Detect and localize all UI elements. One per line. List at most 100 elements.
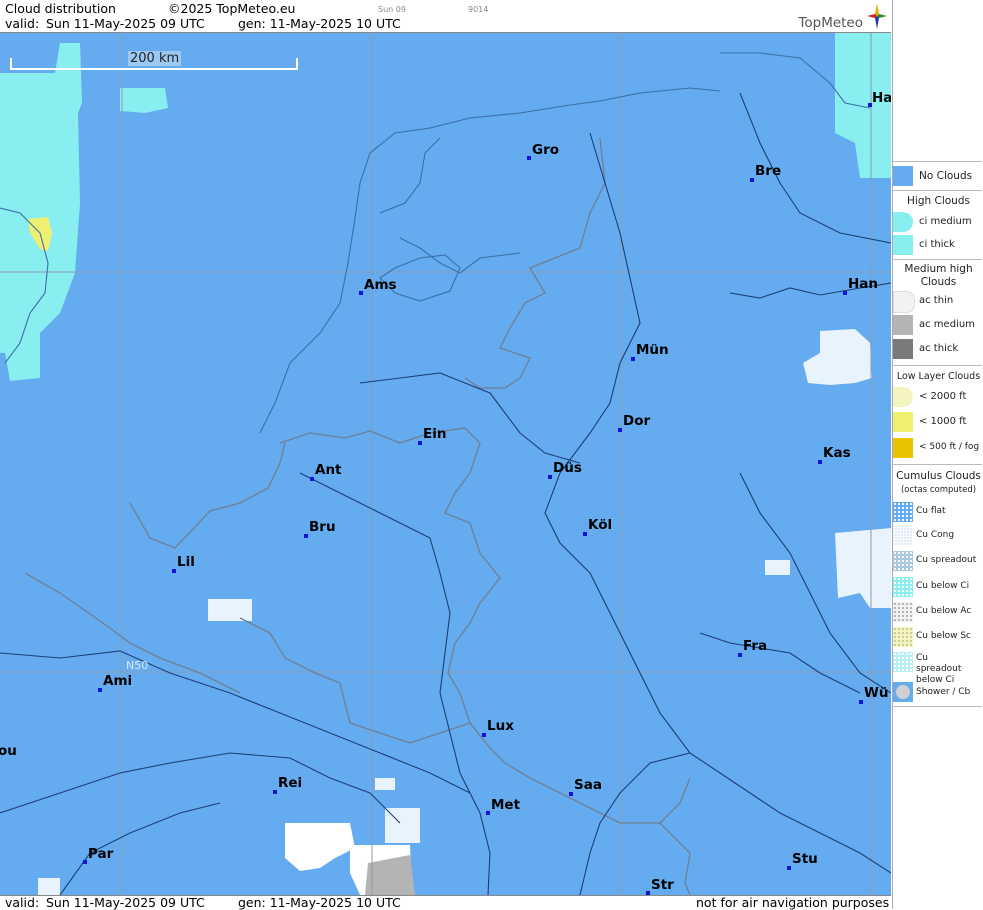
city-label[interactable]: Lux (487, 718, 514, 734)
city-label[interactable]: Par (88, 846, 113, 862)
shower-label: Shower / Cb (916, 687, 971, 697)
cu-cong-swatch (893, 526, 913, 546)
cu-spread-swatch (893, 551, 913, 571)
cirrus-patches (0, 33, 891, 381)
ac-thin-label: ac thin (919, 295, 954, 306)
city-label[interactable]: Ant (315, 462, 342, 478)
no-clouds-swatch (893, 166, 913, 186)
low-500-label: < 500 ft / fog (919, 442, 980, 452)
city-marker (818, 460, 822, 464)
high-clouds-heading: High Clouds (907, 195, 970, 207)
ac-thick-label: ac thick (919, 343, 959, 354)
city-label[interactable]: Mün (636, 342, 669, 358)
footer-gen-time: gen: 11-May-2025 10 UTC (238, 895, 401, 910)
city-label[interactable]: Lil (177, 554, 195, 570)
city-label[interactable]: Met (491, 797, 520, 813)
city-label[interactable]: Köl (588, 517, 612, 533)
legend-divider (893, 706, 982, 707)
shower-swatch (893, 682, 913, 702)
scale-line (10, 68, 298, 70)
city-marker (486, 811, 490, 815)
cu-below-ci-label: Cu below Ci (916, 581, 970, 591)
low-2000-label: < 2000 ft (919, 391, 967, 402)
city-label[interactable]: Ein (423, 426, 446, 442)
city-label[interactable]: Han (848, 276, 878, 292)
header-bar: Cloud distribution ©2025 TopMeteo.eu Sun… (0, 0, 891, 33)
city-marker (583, 532, 587, 536)
city-marker (750, 178, 754, 182)
city-marker (527, 156, 531, 160)
gen-time: gen: 11-May-2025 10 UTC (238, 16, 401, 31)
city-marker (98, 688, 102, 692)
city-label[interactable]: ou (0, 743, 17, 759)
valid-label: valid: (5, 16, 40, 31)
medium-clouds-heading: Medium high Clouds (904, 263, 973, 288)
rivers (0, 92, 891, 895)
city-marker (631, 357, 635, 361)
copyright: ©2025 TopMeteo.eu (168, 1, 296, 16)
map-title: Cloud distribution (5, 1, 116, 16)
run-code: Sun 09 (378, 5, 406, 14)
cu-below-ac-label: Cu below Ac (916, 606, 972, 616)
legend-panel: No Clouds High Clouds ci medium ci thick… (892, 0, 983, 909)
cu-flat-label: Cu flat (916, 506, 946, 516)
low-2000-swatch (893, 387, 913, 407)
shower-cell-icon (896, 685, 910, 699)
city-label[interactable]: Str (651, 877, 674, 893)
legend-divider (893, 161, 982, 162)
cu-spread-below-ci-label: Cu spreadout below Ci (916, 653, 962, 685)
ac-thin-swatch (893, 291, 915, 313)
city-marker (843, 291, 847, 295)
city-marker (569, 792, 573, 796)
city-marker (83, 860, 87, 864)
latitude-label: N50 (126, 659, 149, 672)
city-label[interactable]: Bre (755, 163, 781, 179)
cu-below-sc-label: Cu below Sc (916, 631, 971, 641)
legend-divider (893, 190, 982, 191)
low-1000-label: < 1000 ft (919, 416, 967, 427)
scale-bar: 200 km (10, 51, 298, 70)
city-label[interactable]: Gro (532, 142, 559, 158)
city-label[interactable]: Dor (623, 413, 650, 429)
cu-below-ac-swatch (893, 602, 913, 622)
city-marker (738, 653, 742, 657)
city-label[interactable]: Bru (309, 519, 336, 535)
city-label[interactable]: Fra (743, 638, 767, 654)
id-code: 9014 (468, 5, 489, 14)
city-marker (418, 441, 422, 445)
footer-bar: valid: Sun 11-May-2025 09 UTC gen: 11-Ma… (0, 895, 891, 910)
cumulus-patches (38, 329, 891, 895)
cloud-map[interactable]: 200 km N50 Ha Gro Bre Ams Han Mün Dor Ei… (0, 33, 891, 895)
city-marker (618, 428, 622, 432)
ci-medium-label: ci medium (919, 216, 972, 227)
city-label[interactable]: Stu (792, 851, 818, 867)
city-label[interactable]: Düs (553, 460, 582, 476)
legend-divider (893, 464, 982, 465)
city-label[interactable]: Ams (364, 277, 397, 293)
legend-divider (893, 259, 982, 260)
cumulus-heading: Cumulus Clouds (896, 470, 981, 482)
city-marker (859, 700, 863, 704)
city-label[interactable]: Wü (864, 685, 889, 701)
city-marker (359, 291, 363, 295)
city-marker (172, 569, 176, 573)
no-clouds-label: No Clouds (919, 170, 973, 182)
city-label[interactable]: Ha (872, 90, 891, 106)
city-marker (548, 475, 552, 479)
cu-cong-label: Cu Cong (916, 530, 955, 540)
city-label[interactable]: Saa (574, 777, 602, 793)
ci-thick-label: ci thick (919, 239, 955, 250)
brand-name: TopMeteo (798, 15, 863, 31)
city-label[interactable]: Rei (278, 775, 302, 791)
ac-thick-swatch (893, 339, 913, 359)
city-marker (273, 790, 277, 794)
city-marker (787, 866, 791, 870)
city-label[interactable]: Ami (103, 673, 132, 689)
valid-time: Sun 11-May-2025 09 UTC (46, 16, 205, 31)
cu-below-ci-swatch (893, 577, 913, 597)
scale-tick-right (296, 58, 298, 70)
footer-valid-time: Sun 11-May-2025 09 UTC (46, 895, 205, 910)
city-marker (304, 534, 308, 538)
city-label[interactable]: Kas (823, 445, 851, 461)
scale-label: 200 km (128, 51, 182, 66)
